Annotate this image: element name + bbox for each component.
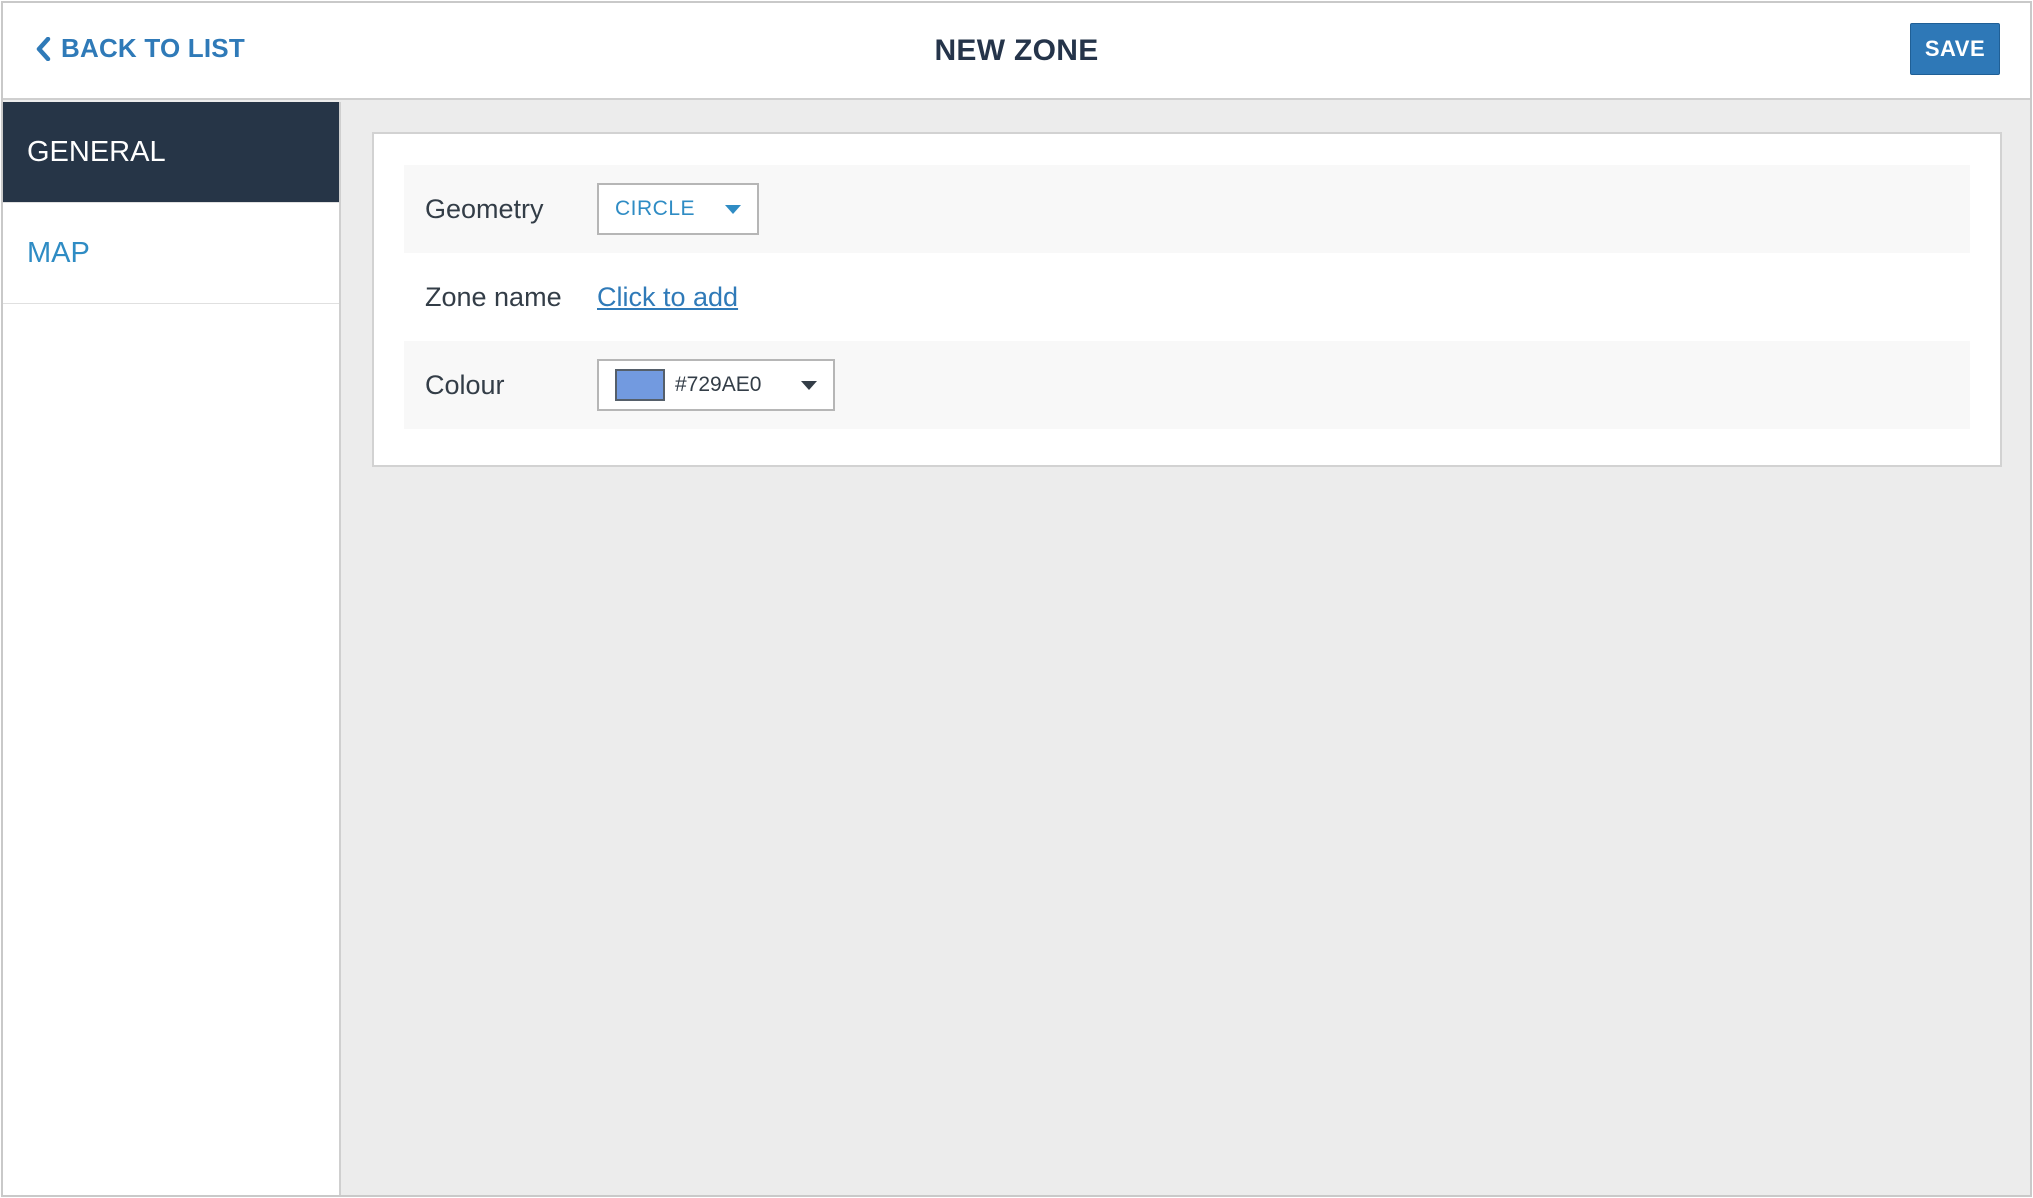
caret-down-icon (801, 380, 817, 390)
geometry-value: CIRCLE (615, 197, 696, 220)
caret-down-icon (725, 204, 741, 214)
colour-swatch (615, 369, 665, 401)
zone-name-row: Zone name Click to add (404, 253, 1970, 341)
sidebar-item-general[interactable]: GENERAL (3, 102, 339, 203)
colour-row: Colour #729AE0 (404, 341, 1970, 429)
colour-label: Colour (425, 369, 505, 400)
zone-name-add-link[interactable]: Click to add (597, 282, 738, 313)
geometry-label: Geometry (425, 193, 544, 224)
colour-picker-select[interactable]: #729AE0 (597, 359, 835, 411)
zone-name-label: Zone name (425, 281, 562, 312)
geometry-select[interactable]: CIRCLE (597, 183, 759, 235)
sidebar-item-label: MAP (27, 236, 90, 269)
page-title: NEW ZONE (934, 34, 1099, 67)
colour-value: #729AE0 (675, 373, 762, 396)
save-button[interactable]: SAVE (1910, 23, 2000, 75)
geometry-row: Geometry CIRCLE (404, 165, 1970, 253)
general-form-panel: Geometry CIRCLE Zone name Click to add C… (372, 132, 2002, 467)
sidebar-item-label: GENERAL (27, 135, 166, 168)
sidebar: GENERAL MAP (3, 102, 341, 1195)
app-window: BACK TO LIST NEW ZONE SAVE GENERAL MAP G… (1, 1, 2032, 1197)
sidebar-item-map[interactable]: MAP (3, 203, 339, 304)
header-bar: BACK TO LIST NEW ZONE SAVE (3, 3, 2030, 100)
